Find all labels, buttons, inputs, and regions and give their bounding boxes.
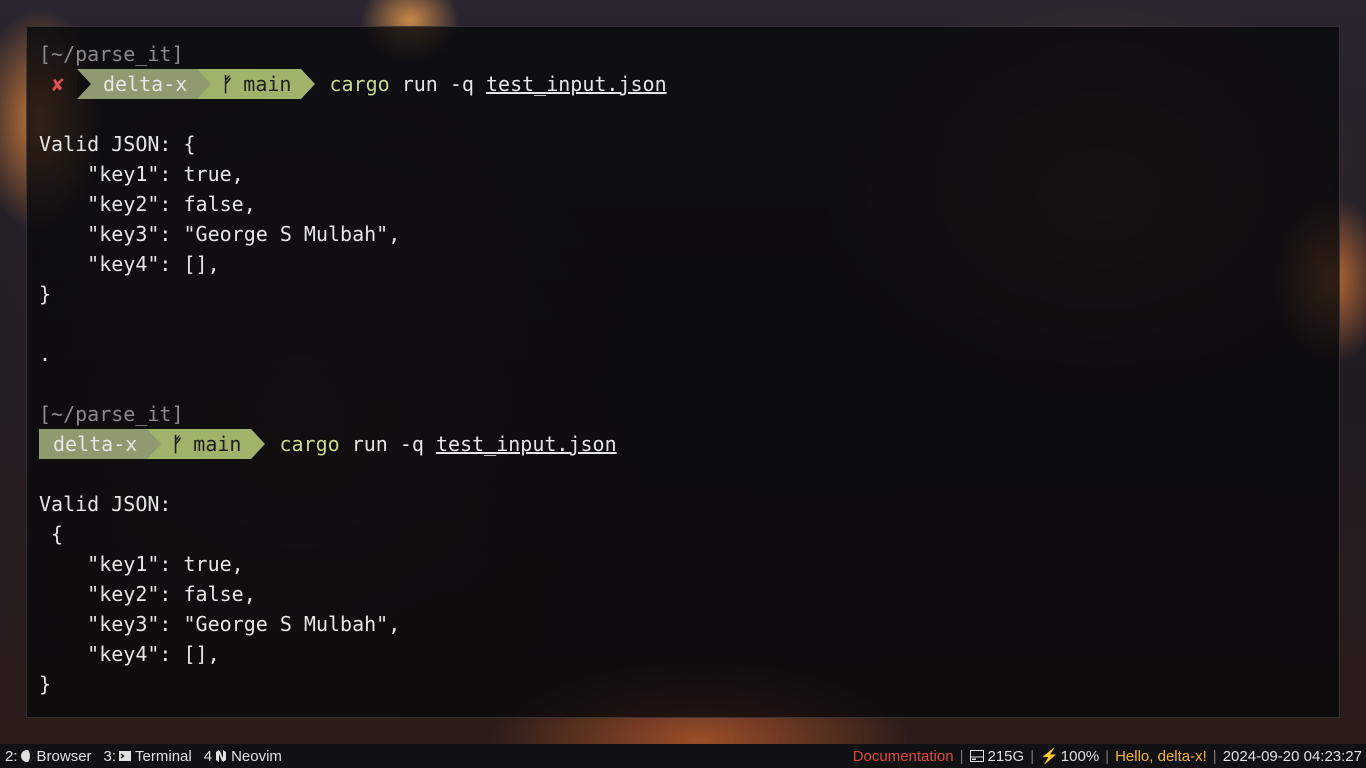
host-label: delta-x [103, 72, 188, 96]
output-line: "key3": "George S Mulbah", [39, 222, 401, 246]
output-line: "key4": [], [39, 642, 220, 666]
workspace-label: Neovim [231, 747, 282, 765]
git-branch-icon: ᚠ [171, 432, 184, 456]
browser-icon [20, 750, 33, 762]
status-area: Documentation | 215G | ⚡ 100% | Hello, d… [852, 747, 1362, 766]
output-line: "key4": [], [39, 252, 220, 276]
battery-status: ⚡ 100% [1040, 747, 1100, 766]
error-status-icon: ✘ [51, 72, 65, 96]
disk-icon [969, 750, 984, 762]
host-segment: delta-x [77, 69, 212, 99]
output-line: "key2": false, [39, 582, 256, 606]
command-program: cargo [329, 72, 390, 96]
output-line: "key2": false, [39, 192, 256, 216]
terminal-window[interactable]: [~/parse_it] ✘ delta-x ᚠ main cargo run … [26, 26, 1340, 718]
workspace-browser[interactable]: 2: Browser [5, 748, 92, 765]
disk-status: 215G [969, 747, 1025, 765]
workspace-number: 4 [203, 747, 213, 765]
workspace-number: 2: [5, 747, 18, 765]
command-file: test_input.json [486, 72, 667, 96]
clock: 2024-09-20 04:23:27 [1222, 747, 1362, 765]
git-branch-icon: ᚠ [221, 72, 234, 96]
output-line: "key1": true, [39, 162, 244, 186]
command-program: cargo [279, 432, 340, 456]
neovim-icon [216, 750, 227, 762]
command-file: test_input.json [436, 432, 617, 456]
output-line: } [39, 672, 52, 696]
command-text: cargo run -q test_input.json [329, 72, 666, 96]
taskbar: 2: Browser 3: Terminal 4 Neovim Document… [0, 744, 1366, 768]
output-line: } [39, 282, 52, 306]
prompt-line: delta-x ᚠ main cargo run -q test_input.j… [39, 429, 1339, 459]
battery-value: 100% [1060, 747, 1100, 765]
output-line: { [39, 522, 64, 546]
branch-label: main [243, 72, 292, 96]
host-label: delta-x [53, 432, 138, 456]
documentation-link[interactable]: Documentation [853, 748, 954, 765]
cwd-line: [~/parse_it] [39, 402, 184, 426]
workspace-neovim[interactable]: 4 Neovim [204, 748, 282, 765]
branch-label: main [193, 432, 242, 456]
command-args: run -q [339, 432, 437, 456]
workspace-list: 2: Browser 3: Terminal 4 Neovim [5, 748, 294, 765]
branch-segment: ᚠ main [197, 69, 316, 99]
branch-segment: ᚠ main [147, 429, 266, 459]
workspace-number: 3: [103, 747, 117, 765]
host-segment: delta-x [39, 429, 162, 459]
output-line: Valid JSON: [39, 492, 172, 516]
output-line: "key1": true, [39, 552, 244, 576]
workspace-terminal[interactable]: 3: Terminal [104, 748, 192, 765]
output-line: "key3": "George S Mulbah", [39, 612, 401, 636]
prompt-line: ✘ delta-x ᚠ main cargo run -q test_input… [39, 69, 1339, 99]
lightning-icon: ⚡ [1040, 748, 1059, 765]
output-line: . [39, 342, 52, 366]
command-args: run -q [389, 72, 487, 96]
workspace-label: Browser [36, 747, 92, 765]
command-text: cargo run -q test_input.json [279, 432, 616, 456]
cwd-line: [~/parse_it] [39, 42, 184, 66]
output-line: Valid JSON: { [39, 132, 196, 156]
disk-value: 215G [987, 747, 1025, 765]
terminal-icon [119, 751, 132, 761]
workspace-label: Terminal [135, 747, 192, 765]
greeting-text: Hello, delta-x! [1115, 747, 1207, 765]
